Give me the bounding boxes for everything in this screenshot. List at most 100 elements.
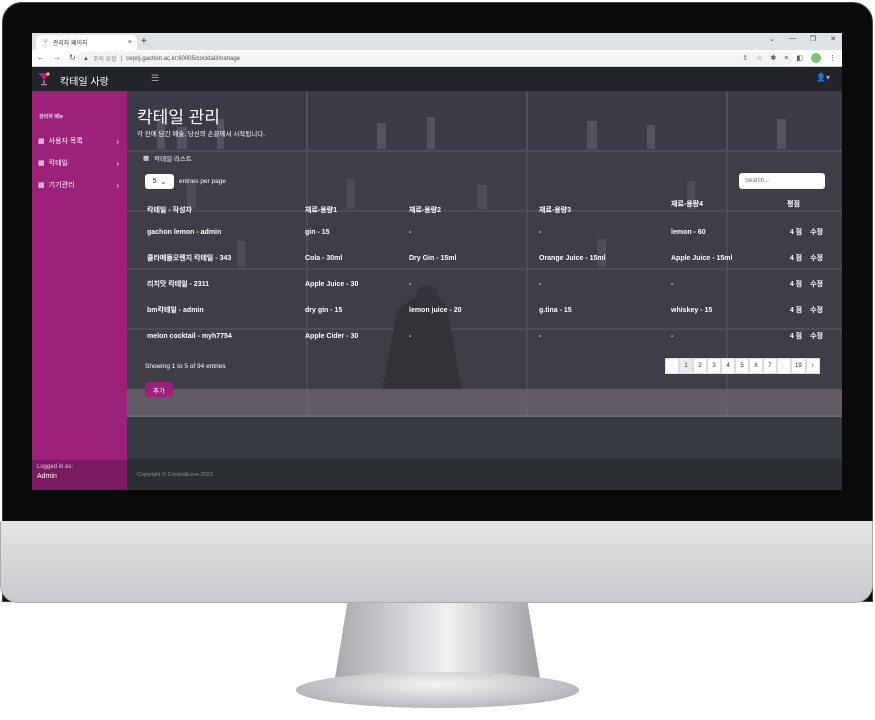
pagination-page[interactable]: 19: [791, 358, 806, 374]
rating-value: 4 점: [789, 307, 803, 314]
ingredient-cell: Apple Juice - 30: [305, 280, 359, 288]
monitor-chin: [0, 521, 873, 603]
sidebar-item-users[interactable]: ▦ 사용자 목록 ›: [38, 133, 124, 149]
url-field[interactable]: ▲ 주의 요함 | cepnj.gachon.ac.kr:60005/cockt…: [77, 52, 793, 65]
cocktail-name-cell: gachon lemon - admin: [147, 228, 222, 236]
pagination-page[interactable]: 6: [749, 358, 763, 374]
table-row: melon cocktail - myh7754 Apple Cider - 3…: [143, 323, 827, 349]
ingredient-cell: Apple Cider - 30: [305, 332, 359, 340]
sidebar-item-label: 사용자 목록: [48, 138, 83, 145]
share-icon[interactable]: ⇪: [742, 54, 748, 62]
edit-button[interactable]: 수정: [810, 281, 823, 288]
column-header[interactable]: 칵테일 - 작성자: [143, 197, 301, 219]
logged-in-user: Admin: [37, 473, 57, 480]
sidebar-item-label: 칵테일: [48, 160, 68, 167]
column-header[interactable]: 평점: [767, 197, 827, 219]
cocktail-name-cell: 리치맛 칵테일 - 2311: [147, 281, 209, 288]
tab-bar: 🍸 관리자 페이지 × + ⌄ — ❐ ✕: [32, 33, 842, 50]
card-header-title: 칵테일 리스트: [154, 156, 192, 163]
sidebar-item-cocktail[interactable]: ▦ 칵테일 ›: [38, 155, 124, 171]
pagination: ‹ 1 2 3 4 5 6 7 ... 19 ›: [665, 358, 820, 374]
separator: |: [120, 55, 123, 62]
new-tab-icon[interactable]: +: [141, 36, 147, 47]
pagination-page[interactable]: 5: [735, 358, 749, 374]
edit-button[interactable]: 수정: [810, 333, 823, 340]
ingredient-cell: -: [409, 228, 412, 236]
pagination-page[interactable]: 7: [763, 358, 777, 374]
rating-value: 4 점: [789, 333, 803, 340]
table-row: 리치맛 칵테일 - 2311 Apple Juice - 30 - - - 4 …: [143, 271, 827, 297]
edit-button[interactable]: 수정: [810, 255, 823, 262]
back-icon[interactable]: ←: [37, 53, 45, 62]
column-header[interactable]: 재료-용량4: [667, 197, 767, 219]
edit-button[interactable]: 수정: [810, 307, 823, 314]
entries-label: entries per page: [179, 178, 226, 185]
ingredient-cell: -: [409, 332, 412, 340]
close-window-icon[interactable]: ✕: [830, 35, 836, 43]
reading-list-icon[interactable]: ≡: [784, 55, 788, 62]
rating-cell: 4 점 수정: [767, 323, 827, 349]
ingredient-cell: -: [539, 280, 542, 288]
ingredient-cell: -: [539, 228, 542, 236]
pagination-next[interactable]: ›: [805, 358, 820, 374]
extensions-icon[interactable]: ✱: [770, 54, 776, 62]
table-icon: ▦: [143, 155, 150, 162]
brand-title[interactable]: 칵테일 사랑: [60, 73, 109, 88]
chevron-right-icon: ›: [116, 136, 119, 146]
pagination-page[interactable]: 3: [707, 358, 721, 374]
browser-tab[interactable]: 🍸 관리자 페이지 ×: [36, 35, 137, 50]
forward-icon[interactable]: →: [53, 53, 61, 62]
hamburger-menu-icon[interactable]: ☰: [151, 73, 159, 84]
main-content: 칵테일 관리 각 잔에 담긴 예술, 당신의 손끝에서 시작됩니다. ▦ 칵테일…: [127, 91, 842, 417]
copyright-text: Copyright © CocktailLove 2023: [137, 472, 213, 478]
chevron-right-icon: ›: [116, 180, 119, 190]
ingredient-cell: -: [539, 332, 542, 340]
pagination-page[interactable]: 4: [721, 358, 735, 374]
window-controls: ⌄ — ❐ ✕: [769, 35, 836, 43]
sidepanel-icon[interactable]: ◧: [796, 54, 803, 62]
column-header[interactable]: 재료-용량3: [535, 197, 667, 219]
add-cocktail-button[interactable]: 추가: [145, 382, 173, 397]
browser-window: 🍸 관리자 페이지 × + ⌄ — ❐ ✕ ← → ↻ ▲ 주의 요함 | ce…: [32, 33, 842, 490]
rating-value: 4 점: [789, 229, 803, 236]
column-header[interactable]: 재료-용량1: [301, 197, 405, 219]
ingredient-cell: -: [409, 280, 412, 288]
ingredient-cell: gin - 15: [305, 228, 330, 236]
ingredient-cell: -: [671, 280, 674, 288]
rating-cell: 4 점 수정: [767, 271, 827, 297]
ingredient-cell: whiskey - 15: [671, 306, 713, 314]
sidebar-item-label: 기기관리: [48, 182, 75, 189]
rating-value: 4 점: [789, 281, 803, 288]
card-header: ▦ 칵테일 리스트: [143, 153, 192, 163]
bookmark-star-icon[interactable]: ☆: [756, 54, 762, 62]
page-size-select[interactable]: 5 ⌄: [145, 174, 174, 189]
edit-button[interactable]: 수정: [810, 229, 823, 236]
table-icon: ▦: [38, 182, 45, 189]
chevron-right-icon: ›: [116, 158, 119, 168]
search-input[interactable]: [739, 173, 825, 189]
ingredient-cell: Cola - 30ml: [305, 254, 343, 262]
favicon-icon: 🍸: [41, 39, 50, 47]
cocktail-logo-icon[interactable]: [36, 71, 52, 87]
column-header[interactable]: 재료-용량2: [405, 197, 535, 219]
sidebar-item-devices[interactable]: ▦ 기기관리 ›: [38, 177, 124, 193]
ingredient-cell: -: [671, 332, 674, 340]
ingredient-cell: Dry Gin - 15ml: [409, 254, 457, 262]
table-row: gachon lemon - admin gin - 15 - - lemon …: [143, 219, 827, 245]
restore-icon[interactable]: ❐: [810, 35, 816, 43]
chevron-down-icon[interactable]: ⌄: [769, 35, 775, 43]
minimize-icon[interactable]: —: [789, 35, 796, 43]
profile-avatar[interactable]: [811, 53, 821, 63]
reload-icon[interactable]: ↻: [69, 53, 76, 62]
ingredient-cell: dry gin - 15: [305, 306, 343, 314]
user-menu-icon[interactable]: 👤▾: [816, 73, 830, 82]
pagination-prev[interactable]: ‹: [665, 358, 679, 374]
ingredient-cell: lemon - 60: [671, 228, 706, 236]
pagination-page[interactable]: 1: [679, 358, 693, 374]
close-tab-icon[interactable]: ×: [128, 39, 132, 46]
monitor-stand: [335, 603, 540, 678]
pagination-page[interactable]: 2: [693, 358, 707, 374]
ingredient-cell: lemon juice - 20: [409, 306, 462, 314]
cocktail-name-cell: bm칵테일 - admin: [147, 307, 204, 314]
menu-kebab-icon[interactable]: ⋮: [829, 54, 836, 62]
